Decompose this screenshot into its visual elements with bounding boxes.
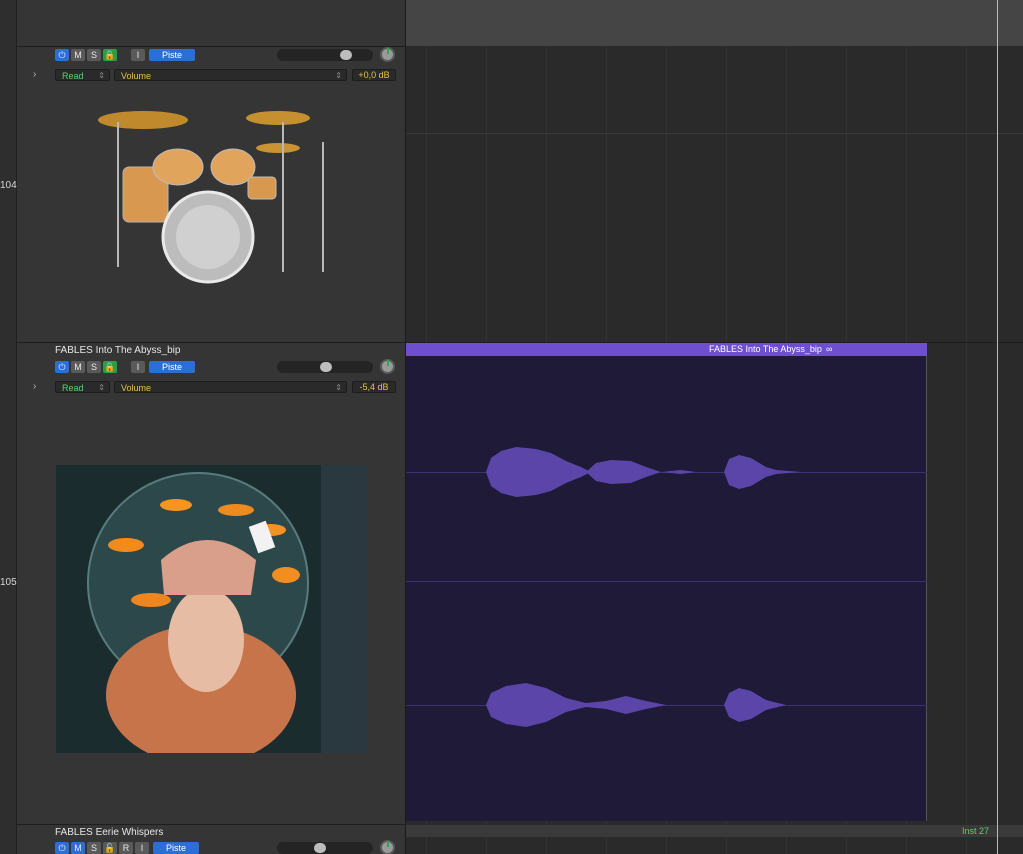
automation-mode-select[interactable]: Read ⇕ <box>55 69 110 81</box>
cymbal <box>246 111 310 125</box>
automation-mode-value: Read <box>62 71 84 81</box>
tom <box>152 148 204 186</box>
track-number-column: 104 105 <box>0 0 17 854</box>
artwork-edge <box>321 465 367 753</box>
solo-button[interactable]: S <box>87 842 101 854</box>
track-title[interactable]: FABLES Eerie Whispers <box>55 827 163 838</box>
lane-line <box>406 133 1023 134</box>
track-name-button[interactable]: Piste <box>149 361 195 373</box>
cymbal <box>98 111 188 129</box>
chevron-updown-icon: ⇕ <box>98 383 105 392</box>
chevron-updown-icon: ⇕ <box>335 71 342 80</box>
arrange-area[interactable]: FABLES Into The Abyss_bip ∞ Inst 27 <box>406 47 1023 854</box>
chevron-updown-icon: ⇕ <box>98 71 105 80</box>
pan-knob[interactable] <box>380 840 395 854</box>
chevron-right-icon[interactable]: › <box>33 69 36 80</box>
chevron-right-icon[interactable]: › <box>33 381 36 392</box>
automation-param-value: Volume <box>121 383 152 393</box>
instrument-track-lane[interactable]: Inst 27 <box>406 825 1023 837</box>
input-monitor-button[interactable]: I <box>131 49 145 61</box>
power-icon[interactable]: ⏻ <box>55 842 69 854</box>
waveform <box>486 447 801 727</box>
track-buttons: ⏻ M S 🔒 I Piste <box>55 361 195 374</box>
automation-param-select[interactable]: Volume ⇕ <box>114 381 347 393</box>
goldfish <box>108 538 144 552</box>
timeline-ruler[interactable] <box>406 0 1023 47</box>
track-buttons: ⏻ M S 🔒 I Piste <box>55 49 195 62</box>
goldfish <box>218 504 254 516</box>
power-icon[interactable]: ⏻ <box>55 49 69 61</box>
volume-value[interactable]: -5,4 dB <box>352 381 396 393</box>
track-divider <box>17 824 406 825</box>
track-name-button[interactable]: Piste <box>153 842 199 854</box>
volume-knob[interactable] <box>340 50 352 60</box>
mute-button[interactable]: M <box>71 361 85 373</box>
power-icon[interactable]: ⏻ <box>55 361 69 373</box>
input-monitor-button[interactable]: I <box>131 361 145 373</box>
lock-icon[interactable]: 🔒 <box>103 49 117 61</box>
pan-knob[interactable] <box>380 47 395 62</box>
volume-slider[interactable] <box>277 842 373 854</box>
input-monitor-button[interactable]: I <box>135 842 149 854</box>
grid-line <box>966 47 967 854</box>
track-number: 104 <box>0 180 17 191</box>
track-number: 105 <box>0 577 17 588</box>
volume-knob[interactable] <box>314 843 326 853</box>
goldfish <box>131 593 171 607</box>
bass-drum-head <box>176 205 240 269</box>
automation-mode-select[interactable]: Read ⇕ <box>55 381 110 393</box>
audio-region[interactable]: FABLES Into The Abyss_bip ∞ <box>406 343 927 821</box>
pan-knob[interactable] <box>380 359 395 374</box>
face <box>168 588 244 692</box>
mute-button[interactable]: M <box>71 842 85 854</box>
track-title[interactable]: FABLES Into The Abyss_bip <box>55 345 180 356</box>
playhead[interactable] <box>997 0 998 854</box>
track-divider <box>17 342 406 343</box>
lock-icon[interactable]: 🔓 <box>103 842 117 854</box>
track-buttons: ⏻ M S 🔓 R I Piste <box>55 842 199 854</box>
mute-button[interactable]: M <box>71 49 85 61</box>
volume-slider[interactable] <box>277 49 373 61</box>
volume-slider[interactable] <box>277 361 373 373</box>
cymbal <box>256 143 300 153</box>
chevron-updown-icon: ⇕ <box>335 383 342 392</box>
volume-value[interactable]: +0,0 dB <box>352 69 396 81</box>
automation-mode-value: Read <box>62 383 84 393</box>
solo-button[interactable]: S <box>87 49 101 61</box>
volume-knob[interactable] <box>320 362 332 372</box>
instrument-label: Inst 27 <box>962 826 990 836</box>
track-divider <box>17 46 406 47</box>
goldfish <box>272 567 300 583</box>
album-artwork-image <box>56 465 367 753</box>
lock-icon[interactable]: 🔒 <box>103 361 117 373</box>
record-button[interactable]: R <box>119 842 133 854</box>
snare <box>247 176 277 200</box>
automation-param-select[interactable]: Volume ⇕ <box>114 69 347 81</box>
solo-button[interactable]: S <box>87 361 101 373</box>
drum-kit-image <box>98 111 324 284</box>
automation-param-value: Volume <box>121 71 152 81</box>
goldfish <box>160 499 192 511</box>
track-name-button[interactable]: Piste <box>149 49 195 61</box>
